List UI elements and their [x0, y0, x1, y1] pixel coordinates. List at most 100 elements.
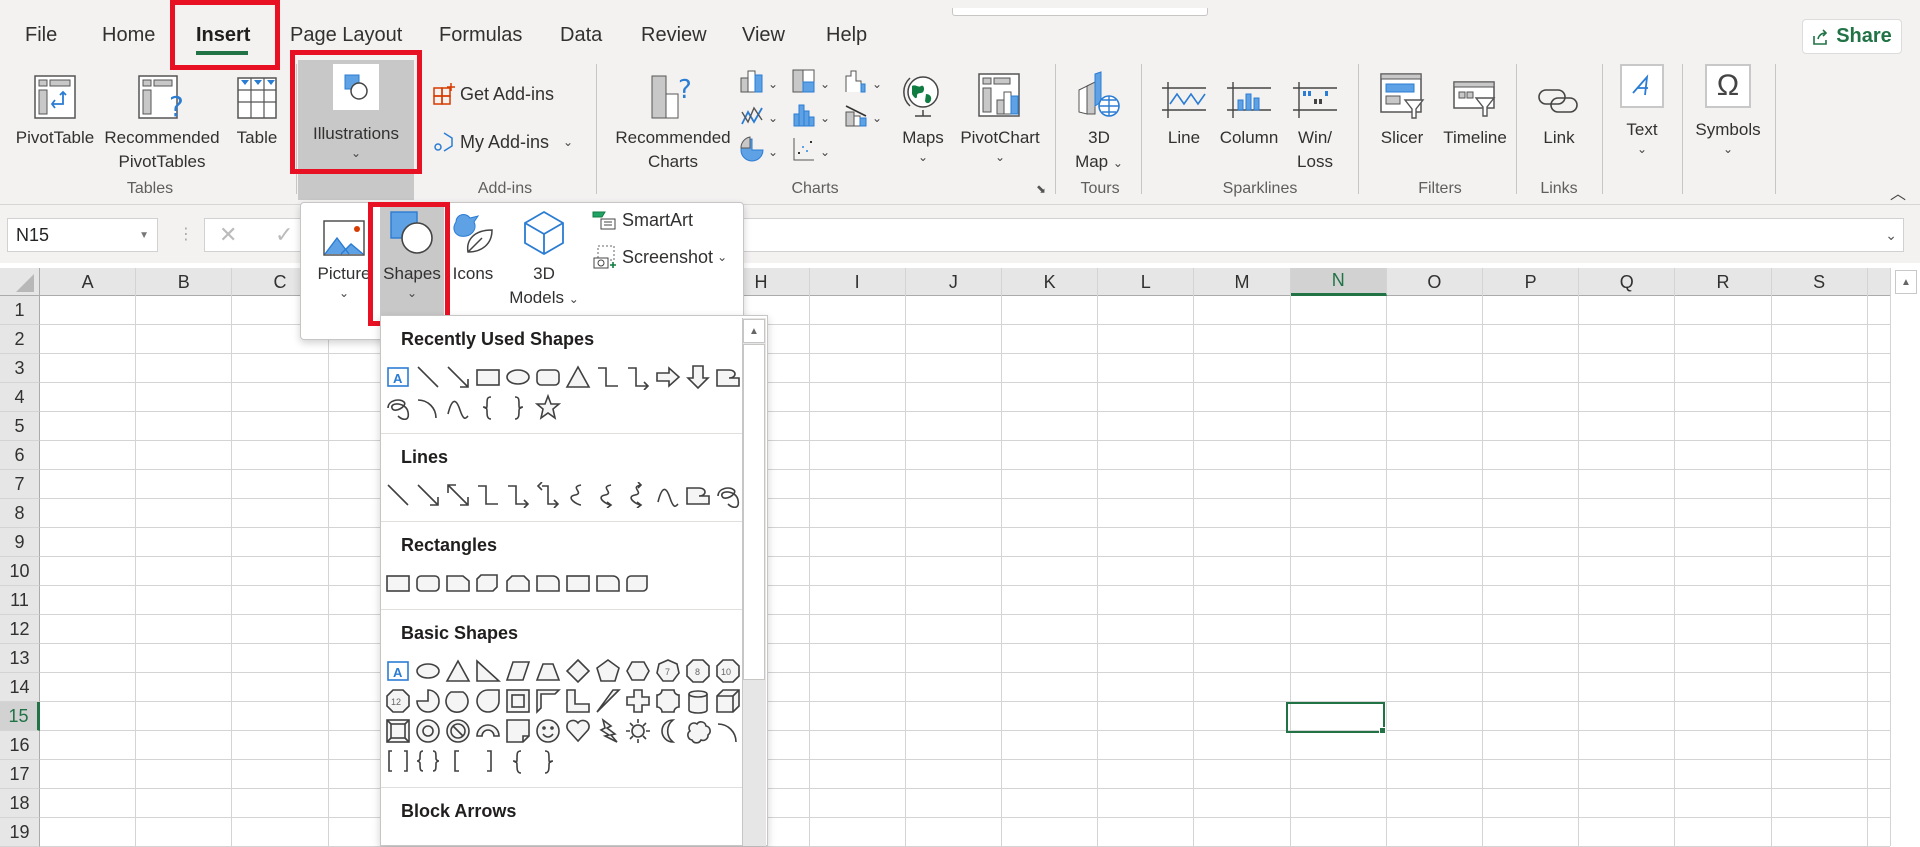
row-header-3[interactable]: 3	[0, 354, 40, 383]
shape-arrow-icon[interactable]	[413, 480, 443, 510]
symbols-button[interactable]: Ω Symbols ⌄	[1688, 64, 1768, 156]
shape-dblarrow-icon[interactable]	[443, 480, 473, 510]
smartart-button[interactable]: SmartArt	[592, 210, 693, 231]
column-header-l[interactable]: L	[1098, 268, 1195, 296]
line-chart-button[interactable]: ⌄	[740, 102, 786, 135]
row-header-15[interactable]: 15	[0, 702, 40, 731]
shape-rbrace-icon[interactable]	[503, 392, 533, 422]
get-addins-button[interactable]: Get Add-ins	[432, 82, 554, 106]
shape-halfframe-icon[interactable]	[533, 686, 563, 716]
shape-tri-icon[interactable]	[443, 656, 473, 686]
icons-button[interactable]: Icons	[448, 208, 498, 286]
row-header-18[interactable]: 18	[0, 789, 40, 818]
shape-curvedbl-icon[interactable]	[623, 480, 653, 510]
shape-elbowdbl-icon[interactable]	[533, 480, 563, 510]
shape-lbrace-icon[interactable]	[473, 392, 503, 422]
shape-line-icon[interactable]	[383, 480, 413, 510]
search-box[interactable]	[952, 8, 1208, 16]
tab-formulas[interactable]: Formulas	[439, 24, 522, 47]
recommended-pivottables-button[interactable]: ? Recommended PivotTables	[102, 68, 222, 174]
shape-pie-icon[interactable]	[413, 686, 443, 716]
maps-button[interactable]: Maps ⌄	[898, 68, 948, 164]
shape-sun-icon[interactable]	[623, 716, 653, 746]
sparkline-winloss-button[interactable]: Win/ Loss	[1288, 68, 1342, 174]
row-header-8[interactable]: 8	[0, 499, 40, 528]
pie-chart-button[interactable]: ⌄	[740, 136, 786, 169]
shape-smiley-icon[interactable]	[533, 716, 563, 746]
shape-para-icon[interactable]	[503, 656, 533, 686]
sparkline-line-button[interactable]: Line	[1158, 68, 1210, 150]
shape-rbrace-icon[interactable]	[533, 746, 563, 776]
shape-rsnip2-icon[interactable]	[503, 568, 533, 598]
table-button[interactable]: Table	[228, 68, 286, 150]
shape-curve-icon[interactable]	[563, 480, 593, 510]
shape-fold-icon[interactable]	[503, 716, 533, 746]
vertical-scrollbar[interactable]: ▲	[1890, 268, 1920, 846]
shape-nosym-icon[interactable]	[443, 716, 473, 746]
shape-lshape-icon[interactable]	[563, 686, 593, 716]
row-header-10[interactable]: 10	[0, 557, 40, 586]
shape-textbox-icon[interactable]: A	[383, 656, 413, 686]
shape-donut-icon[interactable]	[413, 716, 443, 746]
row-header-4[interactable]: 4	[0, 383, 40, 412]
shape-cloud-icon[interactable]	[683, 716, 713, 746]
shape-chord-icon[interactable]	[443, 686, 473, 716]
column-header-o[interactable]: O	[1387, 268, 1483, 296]
column-chart-button[interactable]: ⌄	[740, 68, 786, 101]
shape-pent-icon[interactable]	[593, 656, 623, 686]
column-header-a[interactable]: A	[40, 268, 137, 296]
row-header-14[interactable]: 14	[0, 673, 40, 702]
shape-textbox-icon[interactable]: A	[383, 362, 413, 392]
shape-elbow-icon[interactable]	[473, 480, 503, 510]
shape-tear-icon[interactable]	[473, 686, 503, 716]
shape-bevel-icon[interactable]	[383, 716, 413, 746]
picture-button[interactable]: Picture ⌄	[312, 212, 376, 300]
shape-oval-icon[interactable]	[413, 656, 443, 686]
shape-rsnip1-icon[interactable]	[443, 568, 473, 598]
shape-arrow-icon[interactable]	[443, 362, 473, 392]
shape-dec-icon[interactable]: 10	[713, 656, 743, 686]
tab-insert[interactable]: Insert	[196, 24, 250, 47]
shape-line-icon[interactable]	[413, 362, 443, 392]
tab-view[interactable]: View	[742, 24, 785, 47]
column-header-p[interactable]: P	[1483, 268, 1580, 296]
row-header-17[interactable]: 17	[0, 760, 40, 789]
illustrations-button-content[interactable]: Illustrations ⌄	[298, 64, 414, 160]
my-addins-button[interactable]: My Add-ins ⌄	[432, 130, 573, 154]
shape-freeform-icon[interactable]	[713, 362, 743, 392]
shape-rround2-icon[interactable]	[623, 568, 653, 598]
name-box[interactable]: N15 ▼	[7, 218, 158, 252]
shape-can-icon[interactable]	[683, 686, 713, 716]
row-header-5[interactable]: 5	[0, 412, 40, 441]
name-box-dropdown-icon[interactable]: ▼	[139, 230, 149, 241]
shape-bracepair-icon[interactable]	[413, 746, 443, 776]
shape-rect-icon[interactable]	[383, 568, 413, 598]
shape-frame-icon[interactable]	[503, 686, 533, 716]
row-header-12[interactable]: 12	[0, 615, 40, 644]
pivotchart-button[interactable]: PivotChart ⌄	[952, 68, 1048, 164]
tab-file[interactable]: File	[25, 24, 57, 47]
slicer-button[interactable]: Slicer	[1372, 68, 1432, 150]
shape-dodec-icon[interactable]: 12	[383, 686, 413, 716]
shape-trap-icon[interactable]	[533, 656, 563, 686]
shape-rrect-icon[interactable]	[413, 568, 443, 598]
tab-help[interactable]: Help	[826, 24, 867, 47]
column-header-b[interactable]: B	[136, 268, 233, 296]
column-header-j[interactable]: J	[906, 268, 1002, 296]
shape-diagstripe-icon[interactable]	[593, 686, 623, 716]
recommended-charts-button[interactable]: ? Recommended Charts	[608, 68, 738, 174]
shape-lbracket-icon[interactable]	[443, 746, 473, 776]
shape-oct-icon[interactable]: 8	[683, 656, 713, 686]
shape-star-icon[interactable]	[533, 392, 563, 422]
shape-heart-icon[interactable]	[563, 716, 593, 746]
shape-rtri-icon[interactable]	[473, 656, 503, 686]
combo-chart-button[interactable]: ⌄	[844, 102, 890, 135]
column-header-m[interactable]: M	[1194, 268, 1291, 296]
row-header-7[interactable]: 7	[0, 470, 40, 499]
hierarchy-chart-button[interactable]: ⌄	[792, 68, 838, 101]
cancel-icon[interactable]: ✕	[219, 222, 237, 248]
shape-tri-icon[interactable]	[563, 362, 593, 392]
statistic-chart-button[interactable]: ⌄	[792, 102, 838, 135]
row-header-11[interactable]: 11	[0, 586, 40, 615]
shape-rrect-icon[interactable]	[533, 362, 563, 392]
